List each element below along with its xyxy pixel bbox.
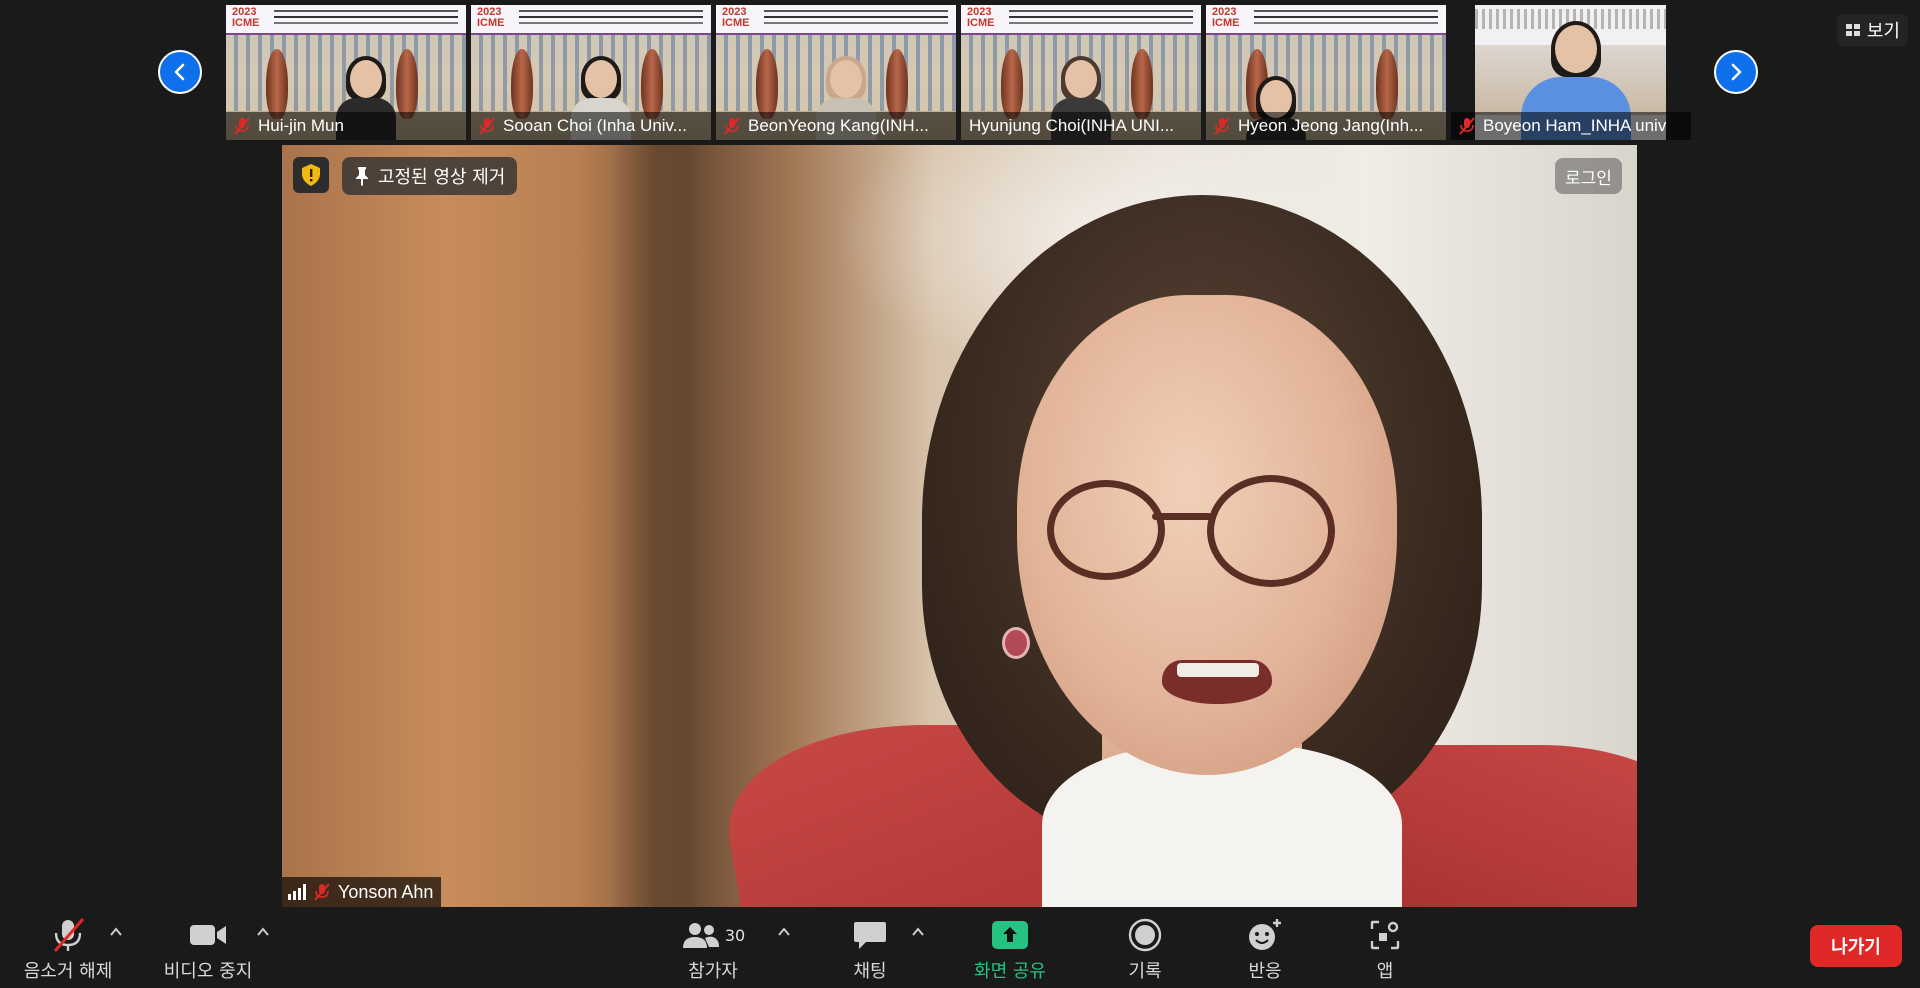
chevron-up-icon <box>110 927 122 936</box>
conference-banner: 2023 ICME <box>961 5 1201 35</box>
mic-muted-icon <box>314 883 330 901</box>
conference-banner: 2023 ICME <box>471 5 711 35</box>
security-shield-button[interactable] <box>293 157 329 193</box>
participant-thumbnail[interactable]: 2023 ICME BeonYeong Kang(INH... <box>716 5 956 140</box>
participant-thumbnail[interactable]: Boyeon Ham_INHA univ <box>1451 5 1691 140</box>
audio-options-caret[interactable] <box>108 924 124 940</box>
participant-name-tag: Boyeon Ham_INHA univ <box>1451 112 1691 140</box>
stop-video-button[interactable]: 비디오 중지 <box>158 910 258 988</box>
chevron-left-icon <box>174 63 185 81</box>
previous-page-button[interactable] <box>158 50 202 94</box>
participant-name-tag: Hyunjung Choi(INHA UNI... <box>961 112 1201 140</box>
participant-name-tag: Hyeon Jeong Jang(Inh... <box>1206 112 1446 140</box>
signal-strength-icon <box>288 884 306 900</box>
conference-banner: 2023 ICME <box>226 5 466 35</box>
mic-muted-icon <box>234 117 250 135</box>
chat-options-caret[interactable] <box>910 924 926 940</box>
mic-muted-icon <box>479 117 495 135</box>
apps-button[interactable]: 앱 <box>1340 910 1430 988</box>
participants-button[interactable]: 30 참가자 <box>658 910 768 988</box>
participant-thumbnail[interactable]: 2023 ICME Hyunjung Choi(INHA UNI... <box>961 5 1201 140</box>
chevron-up-icon <box>912 927 924 936</box>
login-button[interactable]: 로그인 <box>1555 158 1622 194</box>
view-button[interactable]: 보기 <box>1836 14 1908 46</box>
conference-banner: 2023 ICME <box>1206 5 1446 35</box>
chevron-up-icon <box>778 927 790 936</box>
shield-icon <box>302 164 320 186</box>
participant-name-tag: Hui-jin Mun <box>226 112 466 140</box>
speaker-name-tag: Yonson Ahn <box>282 877 442 907</box>
video-options-caret[interactable] <box>255 924 271 940</box>
record-icon <box>1128 918 1162 952</box>
conference-banner: 2023 ICME <box>716 5 956 35</box>
unpin-video-button[interactable]: 고정된 영상 제거 <box>342 157 518 195</box>
chevron-right-icon <box>1731 63 1742 81</box>
meeting-toolbar: 음소거 해제 비디오 중지 30 참가자 채팅 화면 공유 기록 반응 앱 <box>0 910 1920 988</box>
thumbnail-strip: 2023 ICME Hui-jin Mun 2023 ICME Sooan Choi… <box>0 0 1920 145</box>
share-screen-button[interactable]: 화면 공유 <box>960 910 1060 988</box>
participant-thumbnail[interactable]: 2023 ICME Sooan Choi (Inha Univ... <box>471 5 711 140</box>
participants-options-caret[interactable] <box>776 924 792 940</box>
leave-meeting-button[interactable]: 나가기 <box>1810 925 1902 967</box>
video-camera-icon <box>190 925 226 945</box>
participants-icon <box>682 923 719 948</box>
participant-name-tag: BeonYeong Kang(INH... <box>716 112 956 140</box>
next-page-button[interactable] <box>1714 50 1758 94</box>
chat-bubble-icon <box>854 922 886 949</box>
participant-thumbnail[interactable]: 2023 ICME Hyeon Jeong Jang(Inh... <box>1206 5 1446 140</box>
apps-icon <box>1370 920 1400 950</box>
share-screen-icon <box>992 921 1028 949</box>
reactions-button[interactable]: 반응 <box>1220 910 1310 988</box>
participant-count: 30 <box>724 925 746 945</box>
participant-thumbnail[interactable]: 2023 ICME Hui-jin Mun <box>226 5 466 140</box>
pin-icon <box>356 167 368 186</box>
unmute-button[interactable]: 음소거 해제 <box>18 910 118 988</box>
chevron-up-icon <box>257 927 269 936</box>
mic-muted-icon <box>1459 117 1475 135</box>
mic-muted-icon <box>724 117 740 135</box>
participant-name-tag: Sooan Choi (Inha Univ... <box>471 112 711 140</box>
mic-muted-icon <box>1214 117 1230 135</box>
active-speaker-video[interactable] <box>282 145 1637 907</box>
record-button[interactable]: 기록 <box>1100 910 1190 988</box>
reaction-smiley-icon <box>1249 919 1281 950</box>
grid-view-icon <box>1845 24 1860 36</box>
chat-button[interactable]: 채팅 <box>830 910 910 988</box>
microphone-muted-icon <box>53 918 85 952</box>
